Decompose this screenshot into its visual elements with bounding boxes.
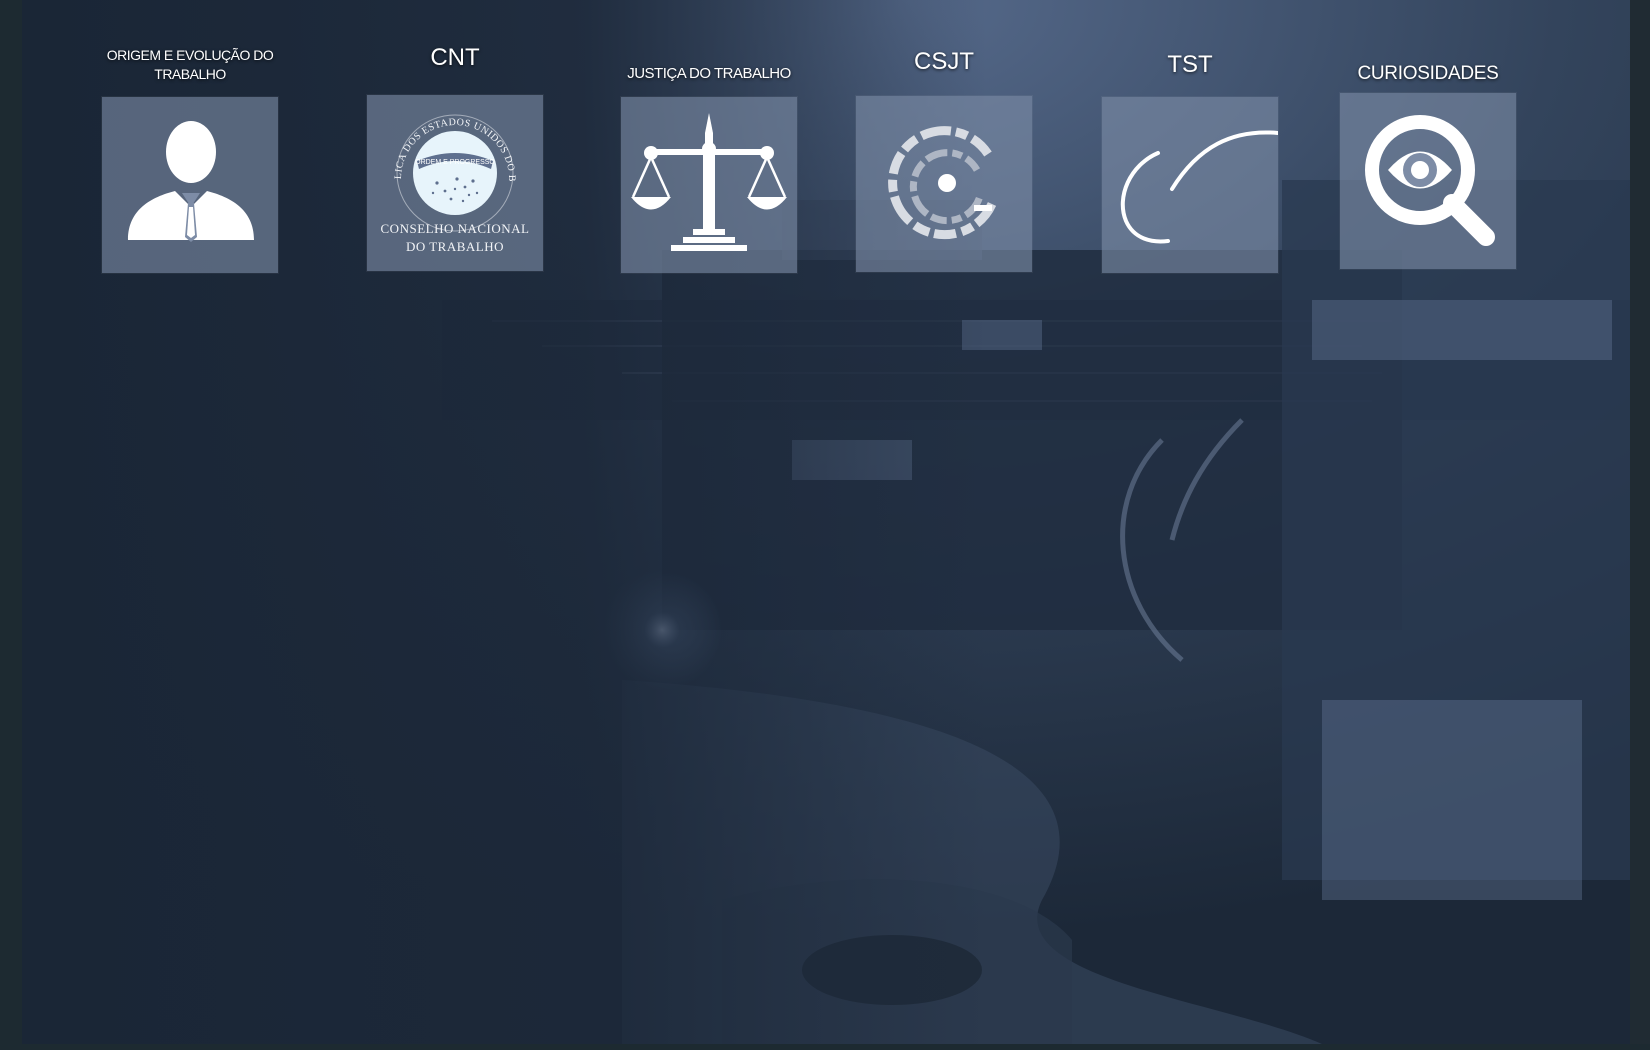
tile-tst-button[interactable]	[1102, 97, 1278, 273]
window-frame-bottom	[0, 1044, 1650, 1050]
tst-logo-icon	[1120, 130, 1278, 244]
seal-line-2: DO TRABALHO	[405, 239, 505, 254]
tile-label-cnt: CNT	[430, 44, 480, 71]
tile-curiosidades-button[interactable]	[1340, 93, 1516, 269]
tile-label-curiosidades: CURIOSIDADES	[1357, 63, 1499, 84]
app-window: ORIGEM E EVOLUÇÃO DO TRABALHO CNT REPUBL…	[0, 0, 1650, 1050]
tile-origem-button[interactable]	[102, 97, 278, 273]
tile-csjt-button[interactable]	[856, 96, 1032, 272]
seal-line-1: CONSELHO NACIONAL	[380, 221, 530, 236]
tile-justica-button[interactable]	[621, 97, 797, 273]
csjt-logo-icon	[888, 126, 997, 240]
scales-icon	[631, 113, 787, 251]
tile-label-csjt: CSJT	[914, 48, 974, 75]
person-suit-icon	[128, 121, 254, 242]
tile-label-justica: JUSTIÇA DO TRABALHO	[627, 65, 791, 82]
tile-label-tst: TST	[1167, 51, 1213, 78]
magnifier-eye-icon	[1365, 115, 1495, 246]
window-frame-right	[1630, 0, 1650, 1050]
tile-label-origem: ORIGEM E EVOLUÇÃO DO TRABALHO	[106, 47, 274, 82]
tile-cnt-button[interactable]: REPUBLICA DOS ESTADOS UNIDOS DO BRAZIL O…	[367, 95, 543, 271]
seal-band-text: ORDEM E PROGRESSO	[415, 159, 495, 166]
window-frame-left	[0, 0, 22, 1050]
